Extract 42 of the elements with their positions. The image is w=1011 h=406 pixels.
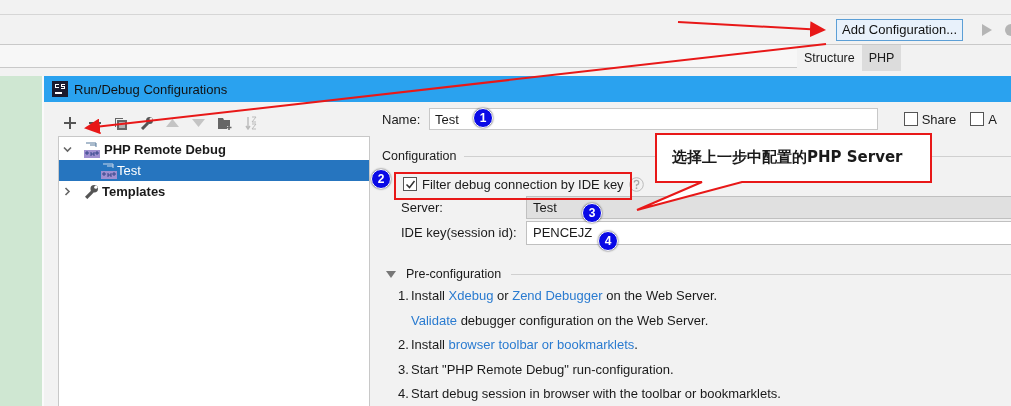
tool-tab[interactable]: Structure <box>797 45 862 71</box>
step-text: Start debug session in browser with the toolbar or bookmarklets. <box>411 386 781 402</box>
chevron-icon[interactable] <box>63 187 72 196</box>
link[interactable]: Xdebug <box>448 288 494 304</box>
add-icon[interactable] <box>64 117 76 129</box>
help-icon[interactable] <box>628 176 644 192</box>
folder-add-icon[interactable] <box>218 116 232 130</box>
tree-item[interactable]: PHP Remote Debug <box>104 142 226 157</box>
share-checkbox[interactable] <box>903 112 918 127</box>
name-label: Name: <box>382 111 422 127</box>
tree-item[interactable]: Templates <box>102 184 166 199</box>
checkbox-label: A <box>988 111 997 127</box>
callout-text: 选择上一步中配置的PHP Server <box>672 148 903 167</box>
step-text: Install Xdebug or Zend Debugger on the Web Server. <box>411 288 718 304</box>
wrench-icon[interactable] <box>140 116 153 130</box>
step-number: 2. <box>398 337 410 353</box>
link[interactable]: Zend Debugger <box>512 288 603 304</box>
share-label: Share <box>921 111 957 127</box>
step-text: Install browser toolbar or bookmarklets. <box>411 337 638 353</box>
step-text: Validate debugger configuration on the Web Server. <box>411 312 709 328</box>
wrench-icon <box>84 184 98 199</box>
step-number: 3. <box>398 361 410 377</box>
move-up-icon[interactable] <box>166 119 179 127</box>
chevron-icon[interactable] <box>63 145 72 154</box>
filter-label: Filter debug connection by IDE key <box>422 176 624 192</box>
step-number: 1. <box>398 288 410 304</box>
add-configuration-button[interactable]: Add Configuration... <box>836 18 963 41</box>
tree-item[interactable]: Test <box>59 160 369 181</box>
window-title: Run/Debug Configurations <box>74 81 228 97</box>
step-number: 4. <box>398 386 410 402</box>
ide-key-label: IDE key(session id): <box>401 225 518 241</box>
copy-icon[interactable] <box>114 116 127 130</box>
section-heading: Pre-configuration <box>406 267 502 282</box>
tool-tab[interactable]: PHP <box>861 45 902 71</box>
link[interactable]: Validate <box>411 312 457 328</box>
app-logo-icon <box>52 81 68 97</box>
checkbox[interactable] <box>970 112 985 127</box>
server-label: Server: <box>401 199 444 215</box>
section-heading: Configuration <box>382 149 457 164</box>
collapse-triangle-icon[interactable] <box>386 270 396 278</box>
step-text: Start "PHP Remote Debug" run-configuration. <box>411 361 674 377</box>
filter-checkbox[interactable] <box>403 177 417 192</box>
